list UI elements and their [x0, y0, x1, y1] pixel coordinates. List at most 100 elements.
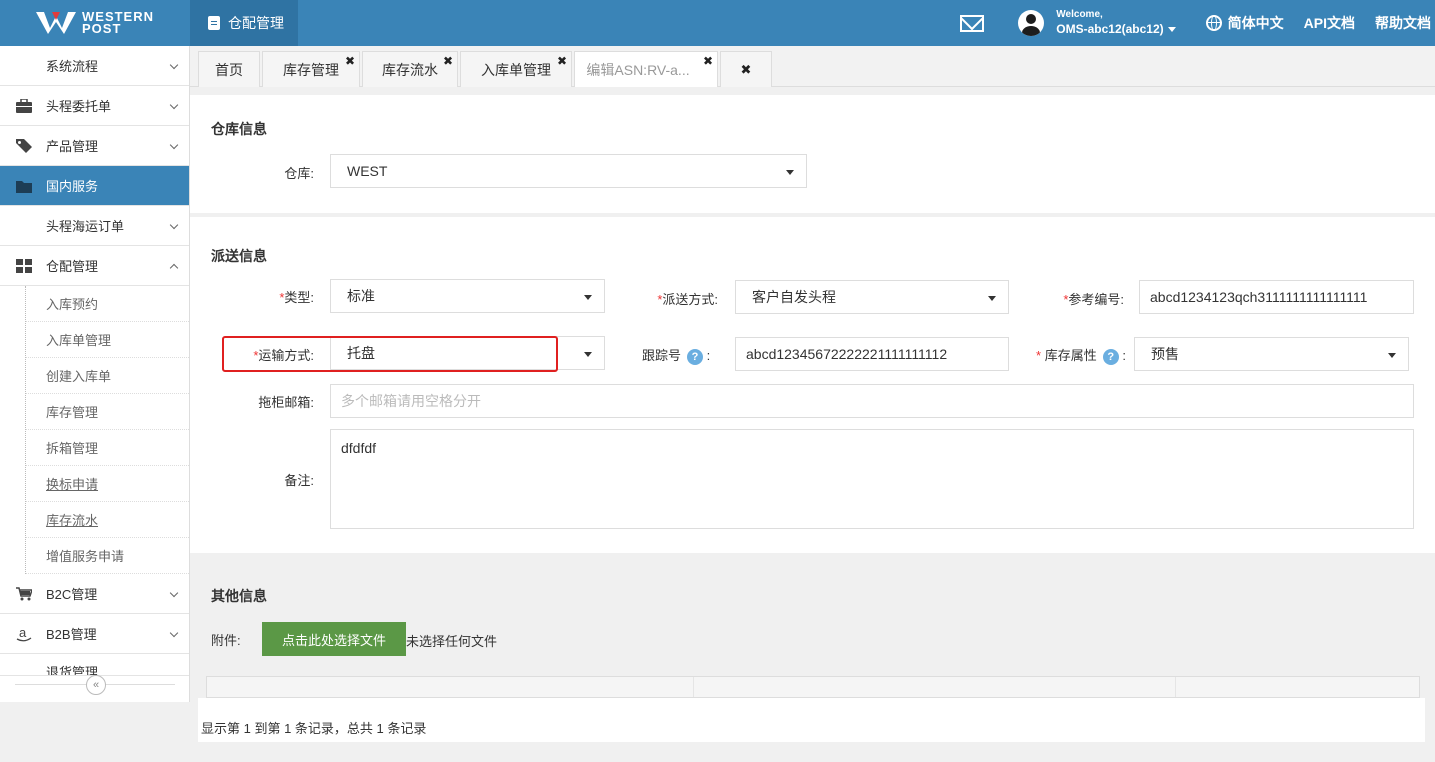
container-email-label: 拖柜邮箱: — [258, 395, 314, 410]
collapse-sidebar-button[interactable]: « — [86, 675, 106, 695]
sidebar-item-returns[interactable]: 退货管理 — [0, 654, 189, 676]
chevron-down-icon — [169, 60, 179, 70]
warehouse-section-title: 仓库信息 — [211, 121, 267, 137]
caret-down-icon — [786, 170, 794, 175]
main-content: 仓库信息 仓库: WEST 派送信息 *类型: 标准 *派送方式: 客户自发头程… — [190, 87, 1435, 762]
warehouse-section: 仓库信息 仓库: WEST — [190, 95, 1435, 213]
close-icon[interactable]: ✖ — [345, 54, 355, 68]
language-switcher[interactable]: 简体中文 — [1205, 13, 1284, 33]
reference-number-value: abcd1234123qch3111111111111111 — [1150, 289, 1368, 305]
sidebar-item-first-leg-order[interactable]: 头程委托单 — [0, 86, 189, 126]
remark-value: dfdfdf — [341, 440, 377, 456]
submenu-item[interactable]: 入库单管理 — [26, 322, 189, 358]
sidebar-item-label: 仓配管理 — [46, 259, 99, 274]
sidebar-item-label: 产品管理 — [46, 139, 99, 154]
module-tab[interactable]: 仓配管理 — [190, 0, 298, 46]
delivery-method-label: *派送方式: — [657, 292, 718, 307]
attachment-label: 附件: — [211, 633, 241, 648]
caret-down-icon — [988, 296, 996, 301]
sidebar-item-products[interactable]: 产品管理 — [0, 126, 189, 166]
delivery-method-value: 客户自发头程 — [752, 289, 836, 305]
delivery-section-title: 派送信息 — [211, 248, 267, 264]
stock-attribute-value: 预售 — [1151, 346, 1179, 362]
sidebar-collapse: « — [0, 674, 190, 696]
sidebar-item-warehouse[interactable]: 仓配管理 — [0, 246, 189, 286]
tab-inventory[interactable]: 库存管理 ✖ — [262, 51, 360, 87]
stock-attribute-select[interactable]: 预售 — [1134, 337, 1409, 371]
user-menu[interactable]: Welcome, OMS-abc12(abc12) — [1056, 9, 1176, 37]
submenu-item[interactable]: 库存管理 — [26, 394, 189, 430]
delivery-section: 派送信息 *类型: 标准 *派送方式: 客户自发头程 *参考编号: abcd12… — [190, 217, 1435, 553]
submenu-item[interactable]: 增值服务申请 — [26, 538, 189, 574]
caret-down-icon — [584, 295, 592, 300]
submenu-item[interactable]: 创建入库单 — [26, 358, 189, 394]
mail-icon[interactable] — [960, 14, 985, 32]
chevron-down-icon — [169, 100, 179, 110]
document-icon — [208, 16, 220, 30]
annotation-highlight-box — [222, 336, 558, 372]
tab-label: 入库单管理 — [481, 61, 551, 78]
remark-textarea[interactable]: dfdfdf — [330, 429, 1414, 529]
sidebar-item-b2c[interactable]: B2C管理 — [0, 574, 189, 614]
sidebar-submenu: 入库预约 入库单管理 创建入库单 库存管理 拆箱管理 换标申请 库存流水 增值服… — [25, 286, 189, 574]
page-tabs: 首页 库存管理 ✖ 库存流水 ✖ 入库单管理 ✖ 编辑ASN:RV-a... ✖… — [190, 46, 1435, 87]
close-all-tabs-button[interactable]: ✖ — [720, 51, 772, 87]
close-icon[interactable]: ✖ — [443, 54, 453, 68]
svg-text:a: a — [19, 626, 27, 640]
avatar[interactable] — [1018, 10, 1045, 36]
pagination-info: 显示第 1 到第 1 条记录，总共 1 条记录 — [201, 721, 427, 736]
sidebar: 系统流程 头程委托单 产品管理 国内服务 头程海运订单 仓配管理 入库预约 入库… — [0, 46, 190, 762]
help-docs-link[interactable]: 帮助文档 — [1375, 13, 1431, 33]
caret-down-icon — [584, 352, 592, 357]
delivery-method-select[interactable]: 客户自发头程 — [735, 280, 1009, 314]
tab-inbound-management[interactable]: 入库单管理 ✖ — [460, 51, 572, 87]
welcome-text: Welcome, — [1056, 9, 1103, 20]
sidebar-item-label: 头程委托单 — [46, 99, 112, 114]
sidebar-item-sea-freight-order[interactable]: 头程海运订单 — [0, 206, 189, 246]
tab-label: 首页 — [215, 61, 243, 78]
tracking-number-value: abcd12345672222221111111112 — [746, 346, 948, 362]
chevron-up-icon — [169, 263, 179, 273]
sidebar-item-domestic-service[interactable]: 国内服务 — [0, 166, 189, 206]
chevron-down-icon — [169, 220, 179, 230]
reference-number-input[interactable]: abcd1234123qch3111111111111111 — [1139, 280, 1414, 314]
language-label: 简体中文 — [1227, 15, 1284, 31]
type-select[interactable]: 标准 — [330, 279, 605, 313]
brand-line-2: POST — [82, 21, 122, 36]
warehouse-label: 仓库: — [284, 166, 314, 181]
brand-logo[interactable]: WESTERN POST — [0, 0, 190, 46]
table-column-divider — [693, 677, 694, 697]
type-value: 标准 — [347, 288, 375, 304]
container-email-input[interactable]: 多个邮箱请用空格分开 — [330, 384, 1414, 418]
western-post-logo-icon — [36, 12, 76, 34]
tab-label: 编辑ASN:RV-a... — [586, 61, 690, 78]
submenu-item[interactable]: 库存流水 — [26, 502, 189, 538]
reference-number-label: *参考编号: — [1063, 292, 1124, 307]
tab-home[interactable]: 首页 — [198, 51, 260, 87]
tab-edit-asn[interactable]: 编辑ASN:RV-a... ✖ — [574, 51, 718, 87]
sidebar-item-label: 头程海运订单 — [46, 219, 125, 234]
submenu-item[interactable]: 入库预约 — [26, 286, 189, 322]
module-tab-label: 仓配管理 — [228, 15, 284, 31]
tracking-number-input[interactable]: abcd12345672222221111111112 — [735, 337, 1009, 371]
submenu-item[interactable]: 换标申请 — [26, 466, 189, 502]
warehouse-select[interactable]: WEST — [330, 154, 807, 188]
choose-file-button[interactable]: 点击此处选择文件 — [262, 622, 406, 656]
tab-inventory-flow[interactable]: 库存流水 ✖ — [362, 51, 458, 87]
other-section-title: 其他信息 — [211, 588, 267, 604]
api-docs-link[interactable]: API文档 — [1304, 13, 1355, 33]
submenu-item[interactable]: 拆箱管理 — [26, 430, 189, 466]
remark-label: 备注: — [284, 473, 314, 488]
type-label: *类型: — [279, 290, 314, 305]
help-icon[interactable]: ? — [1102, 348, 1119, 365]
sidebar-item-b2b[interactable]: a B2B管理 — [0, 614, 189, 654]
help-icon[interactable]: ? — [687, 348, 704, 365]
tag-icon — [16, 139, 32, 153]
close-icon[interactable]: ✖ — [557, 54, 567, 68]
sidebar-item-system-flow[interactable]: 系统流程 — [0, 46, 189, 86]
container-email-placeholder: 多个邮箱请用空格分开 — [341, 393, 481, 409]
close-icon[interactable]: ✖ — [703, 54, 713, 68]
file-status: 未选择任何文件 — [406, 634, 498, 649]
cart-icon — [16, 587, 32, 601]
attachment-table-header — [206, 676, 1420, 698]
